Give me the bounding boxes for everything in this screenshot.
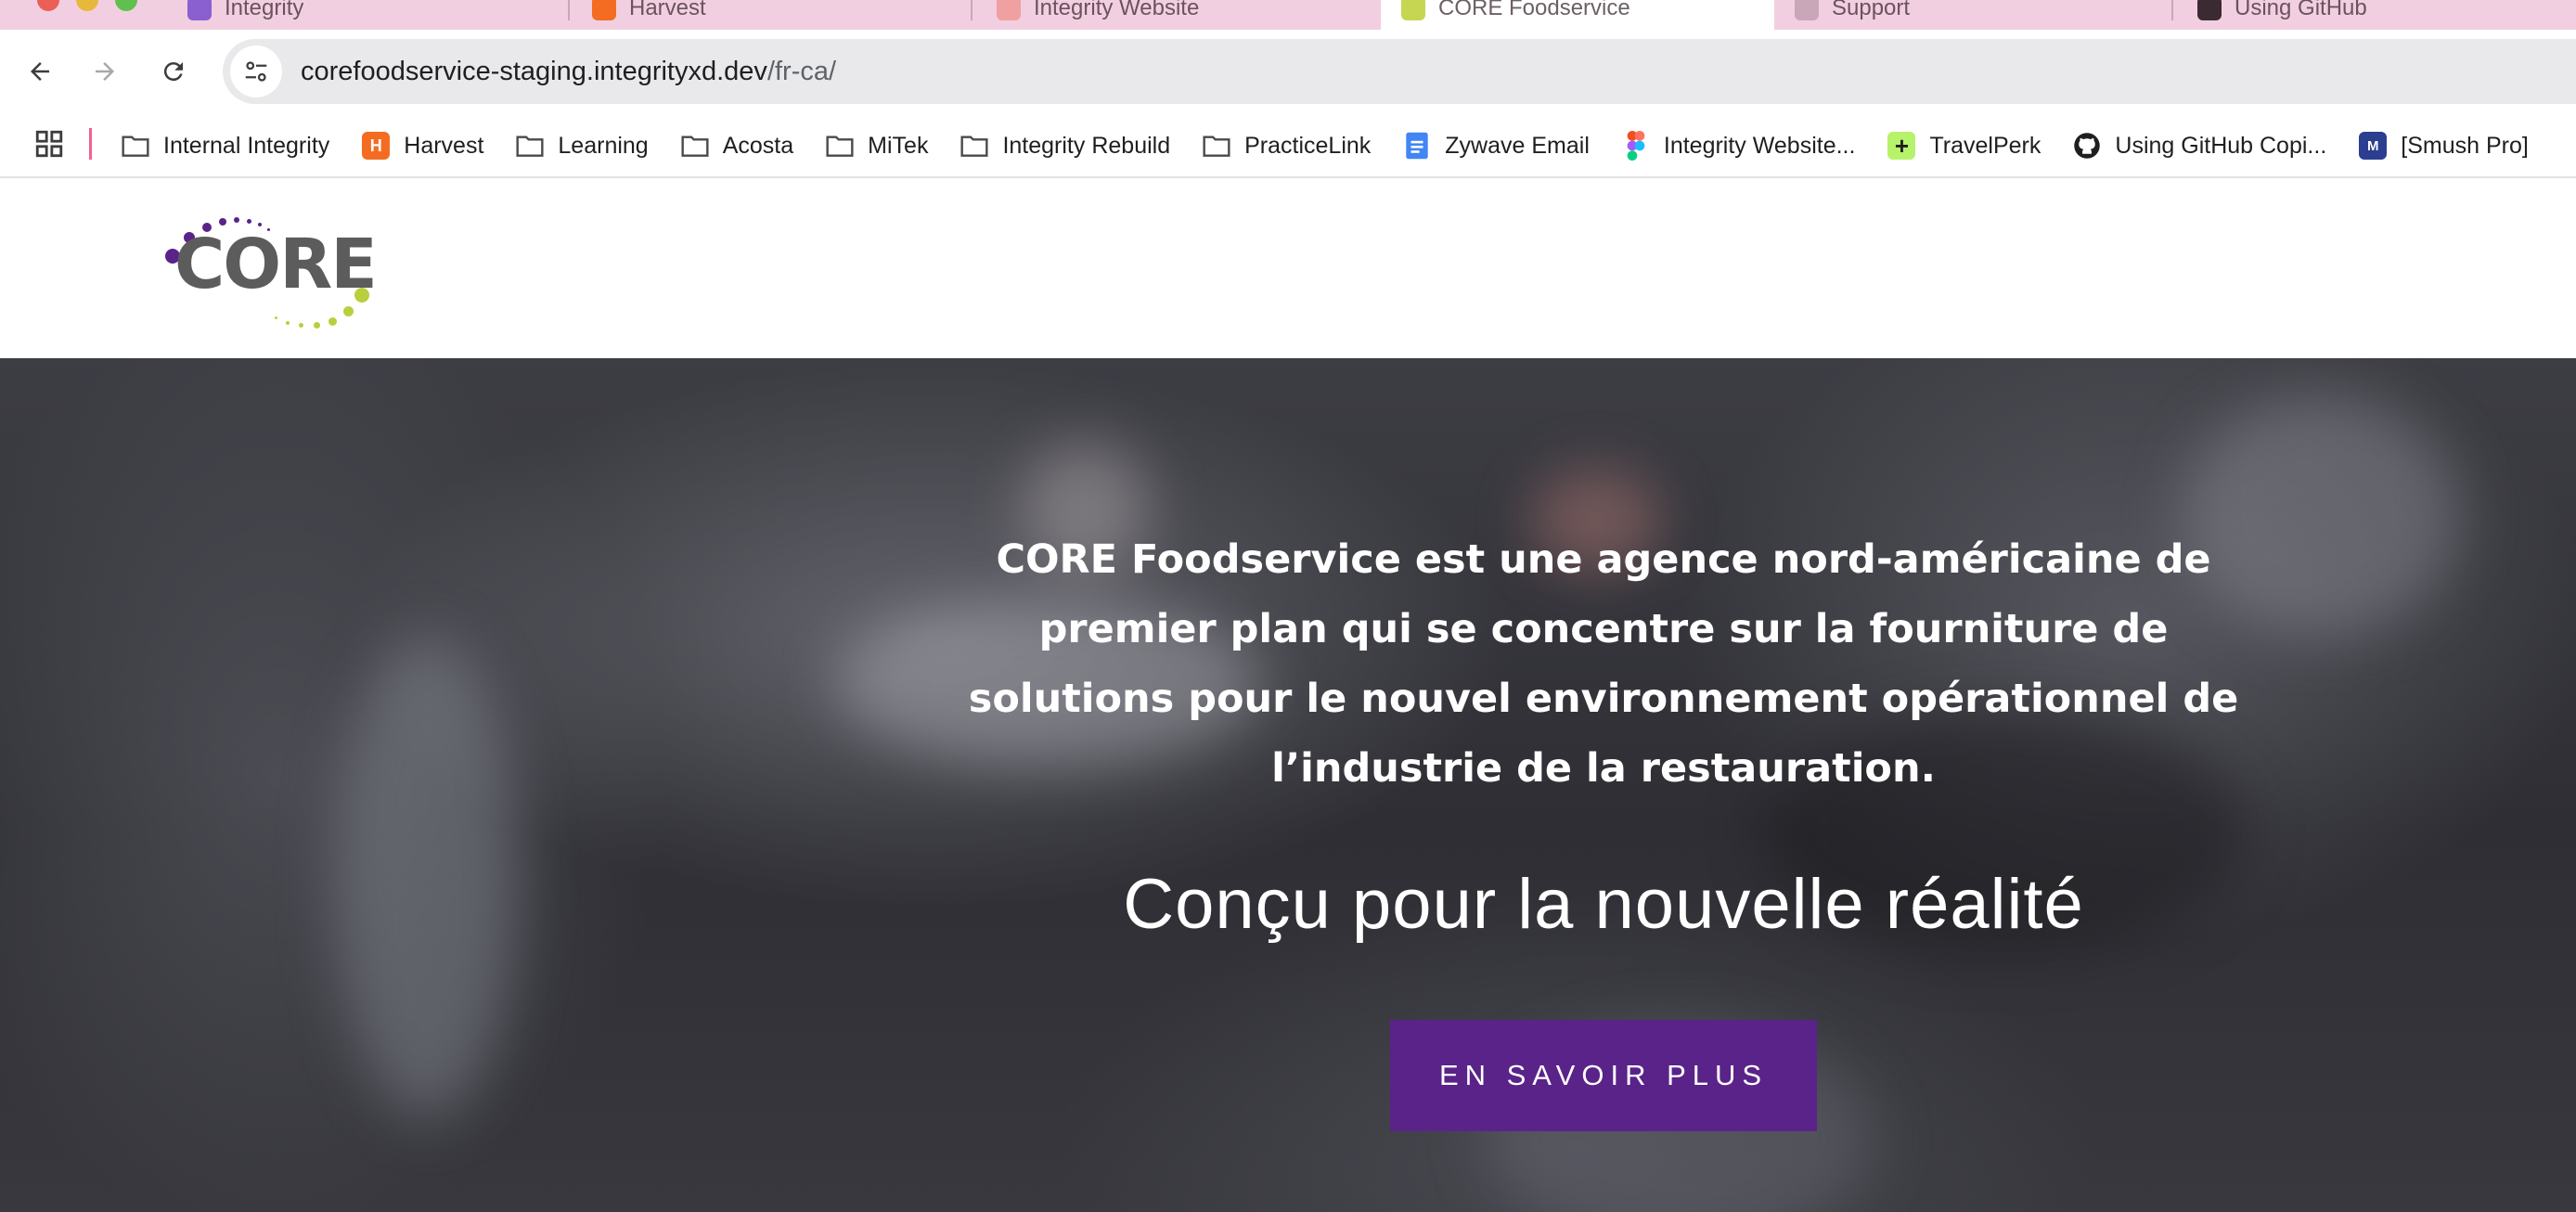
bookmark-label: MiTek bbox=[868, 132, 929, 159]
logo-dot bbox=[314, 322, 320, 329]
tab-title: Harvest bbox=[629, 0, 706, 20]
folder-icon bbox=[960, 131, 989, 161]
tab-favicon-icon bbox=[592, 0, 616, 20]
tab-favicon-icon bbox=[1401, 0, 1425, 20]
close-window-button[interactable] bbox=[37, 0, 59, 11]
hero-tagline: Conçu pour la nouvelle réalité bbox=[1123, 865, 2084, 944]
minimize-window-button[interactable] bbox=[76, 0, 98, 11]
bookmark-zywave-email[interactable]: Zywave Email bbox=[1402, 131, 1590, 161]
bookmark-label: Zywave Email bbox=[1445, 132, 1590, 159]
bookmark-travelperk[interactable]: + TravelPerk bbox=[1887, 131, 2041, 161]
browser-tab-active[interactable]: CORE Foodservice bbox=[1381, 0, 1774, 30]
bookmarks-bar: Internal Integrity H Harvest Learning Ac… bbox=[0, 113, 2576, 178]
address-bar[interactable]: corefoodservice-staging.integrityxd.dev/… bbox=[223, 39, 2576, 104]
smush-icon: M bbox=[2358, 131, 2388, 161]
browser-toolbar: corefoodservice-staging.integrityxd.dev/… bbox=[0, 30, 2576, 113]
bookmark-label: TravelPerk bbox=[1929, 132, 2041, 159]
site-header: CORE bbox=[0, 178, 2576, 358]
arrow-left-icon bbox=[31, 62, 49, 81]
bookmark-acosta[interactable]: Acosta bbox=[680, 131, 793, 161]
bookmark-learning[interactable]: Learning bbox=[515, 131, 649, 161]
tab-favicon-icon bbox=[187, 0, 212, 20]
bookmark-github-copilot[interactable]: Using GitHub Copi... bbox=[2072, 131, 2326, 161]
tab-separator bbox=[568, 0, 570, 20]
reload-button[interactable] bbox=[148, 46, 199, 97]
arrow-right-icon bbox=[96, 62, 114, 81]
browser-tab[interactable]: Harvest bbox=[572, 0, 961, 30]
learn-more-button[interactable]: EN SAVOIR PLUS bbox=[1390, 1020, 1817, 1131]
tune-icon bbox=[245, 61, 267, 82]
site-info-button[interactable] bbox=[230, 45, 282, 97]
tab-title: Support bbox=[1832, 0, 1911, 20]
bookmark-label: [Smush Pro] bbox=[2401, 132, 2529, 159]
tab-title: CORE Foodservice bbox=[1438, 0, 1630, 20]
bookmark-internal-integrity[interactable]: Internal Integrity bbox=[121, 131, 329, 161]
logo-wordmark: CORE bbox=[174, 225, 378, 304]
bookmark-label: PracticeLink bbox=[1244, 132, 1372, 159]
folder-icon bbox=[825, 131, 855, 161]
bookmark-label: Integrity Website... bbox=[1663, 132, 1856, 159]
figma-icon bbox=[1621, 131, 1651, 161]
maximize-window-button[interactable] bbox=[115, 0, 137, 11]
folder-icon bbox=[1202, 131, 1231, 161]
folder-icon bbox=[680, 131, 710, 161]
logo-dot bbox=[247, 219, 251, 224]
bookmark-harvest[interactable]: H Harvest bbox=[361, 131, 483, 161]
bookmark-label: Integrity Rebuild bbox=[1002, 132, 1171, 159]
bookmark-label: Acosta bbox=[722, 132, 794, 159]
bookmark-label: Harvest bbox=[404, 132, 484, 159]
url-host: corefoodservice-staging.integrityxd.dev bbox=[301, 56, 767, 86]
tab-separator bbox=[2171, 0, 2173, 20]
browser-tab[interactable]: Integrity bbox=[167, 0, 557, 30]
url-text[interactable]: corefoodservice-staging.integrityxd.dev/… bbox=[301, 57, 836, 87]
logo-dot bbox=[299, 323, 303, 328]
tab-separator bbox=[971, 0, 972, 20]
apps-grid-icon[interactable] bbox=[33, 128, 65, 160]
logo-dot bbox=[343, 306, 354, 316]
folder-icon bbox=[121, 131, 150, 161]
logo-dot bbox=[234, 217, 239, 223]
bookmark-mitek[interactable]: MiTek bbox=[825, 131, 928, 161]
back-button[interactable] bbox=[15, 46, 65, 97]
travelperk-icon: + bbox=[1887, 131, 1916, 161]
hero-intro-text: CORE Foodservice est une agence nord-amé… bbox=[968, 536, 2239, 792]
bookmark-integrity-rebuild[interactable]: Integrity Rebuild bbox=[960, 131, 1170, 161]
core-logo[interactable]: CORE bbox=[158, 204, 380, 334]
bookmark-label: Using GitHub Copi... bbox=[2115, 132, 2327, 159]
harvest-icon: H bbox=[361, 131, 391, 161]
logo-dot bbox=[275, 316, 277, 319]
bookmarks-list: Internal Integrity H Harvest Learning Ac… bbox=[121, 113, 2560, 178]
forward-button[interactable] bbox=[80, 46, 130, 97]
hero-content: CORE Foodservice est une agence nord-amé… bbox=[0, 358, 2576, 1212]
bookmark-smush-pro[interactable]: M [Smush Pro] bbox=[2358, 131, 2529, 161]
browser-tab[interactable]: Using GitHub bbox=[2177, 0, 2576, 30]
bookmark-label: Learning bbox=[558, 132, 649, 159]
hero-section: CORE Foodservice est une agence nord-amé… bbox=[0, 358, 2576, 1212]
tab-title: Integrity bbox=[225, 0, 304, 20]
github-icon bbox=[2072, 131, 2102, 161]
reload-icon bbox=[163, 62, 183, 82]
url-path: /fr-ca/ bbox=[766, 56, 837, 86]
browser-tab[interactable]: Support bbox=[1774, 0, 2164, 30]
logo-dot bbox=[286, 321, 290, 325]
folder-icon bbox=[515, 131, 545, 161]
docs-icon bbox=[1402, 131, 1432, 161]
bookmarks-divider bbox=[89, 128, 92, 160]
logo-dot bbox=[328, 317, 337, 326]
tab-title: Using GitHub bbox=[2235, 0, 2367, 20]
tab-title: Integrity Website bbox=[1034, 0, 1200, 20]
bookmark-label: Internal Integrity bbox=[163, 132, 330, 159]
tab-favicon-icon bbox=[997, 0, 1021, 20]
tab-favicon-icon bbox=[1795, 0, 1819, 20]
tab-strip: Integrity Harvest Integrity Website CORE… bbox=[0, 0, 2576, 30]
bookmark-practicelink[interactable]: PracticeLink bbox=[1202, 131, 1371, 161]
tab-favicon-icon bbox=[2197, 0, 2222, 20]
bookmark-integrity-website[interactable]: Integrity Website... bbox=[1621, 131, 1856, 161]
browser-tab[interactable]: Integrity Website bbox=[976, 0, 1366, 30]
